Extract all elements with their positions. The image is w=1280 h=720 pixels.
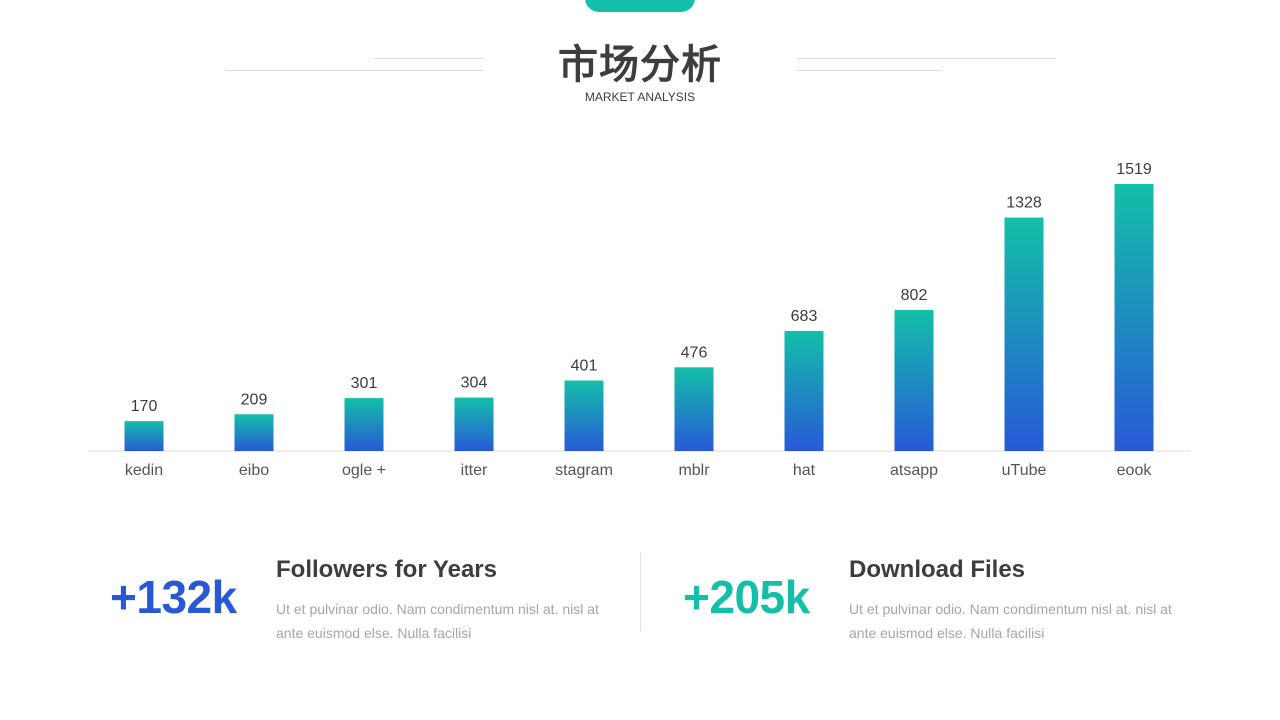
bar-6 xyxy=(784,330,824,451)
followers-stat-heading: Followers for Years xyxy=(276,556,497,583)
bar-0 xyxy=(124,421,164,451)
bar-3 xyxy=(454,397,494,451)
bar-value-label: 170 xyxy=(131,398,158,415)
category-label: eook xyxy=(1117,462,1153,479)
bar-value-label: 476 xyxy=(681,344,708,361)
bar-value-label: 301 xyxy=(351,375,378,392)
bar-value-label: 1328 xyxy=(1006,195,1042,212)
category-label: itter xyxy=(461,462,488,479)
bar-value-label: 802 xyxy=(901,287,928,304)
bar-5 xyxy=(674,367,714,451)
downloads-stat-value: +205k xyxy=(683,571,810,623)
bar-9 xyxy=(1114,184,1154,451)
category-label: uTube xyxy=(1002,462,1047,479)
category-label: stagram xyxy=(555,462,613,479)
bar-1 xyxy=(234,414,274,451)
category-label: atsapp xyxy=(890,462,938,479)
bar-8 xyxy=(1004,217,1044,451)
category-label: eibo xyxy=(239,462,269,479)
followers-stat-description: Ut et pulvinar odio. Nam condimentum nis… xyxy=(276,601,599,641)
bar-chart: 170 kedin 209 eibo 301 ogle + 304 itter 401 stagr… xyxy=(88,161,1190,479)
category-label: mblr xyxy=(678,462,710,479)
bar-2 xyxy=(344,398,384,451)
bar-value-label: 304 xyxy=(461,375,488,392)
downloads-stat-description: Ut et pulvinar odio. Nam condimentum nis… xyxy=(849,601,1172,641)
stats-divider xyxy=(640,553,641,631)
followers-stat-value: +132k xyxy=(110,571,237,623)
downloads-stat-heading: Download Files xyxy=(849,556,1026,583)
bar-4 xyxy=(564,380,604,451)
bar-7 xyxy=(894,310,934,451)
bar-value-label: 1519 xyxy=(1116,161,1152,178)
bar-value-label: 209 xyxy=(241,391,268,408)
category-label: ogle + xyxy=(342,462,386,479)
bar-value-label: 683 xyxy=(791,308,818,325)
category-label: kedin xyxy=(125,462,163,479)
category-label: hat xyxy=(793,462,816,479)
bar-value-label: 401 xyxy=(571,358,598,375)
